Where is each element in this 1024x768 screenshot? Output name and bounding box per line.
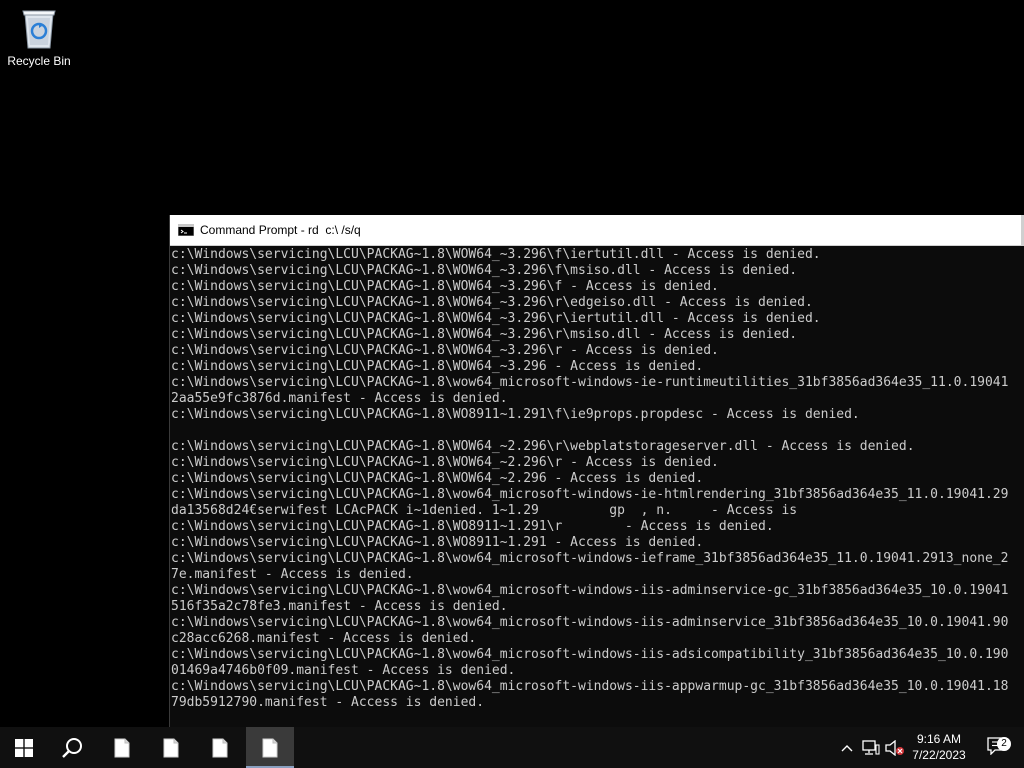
console-line: c:\Windows\servicing\LCU\PACKAG~1.8\WOW6… — [171, 327, 798, 342]
console-line: c:\Windows\servicing\LCU\PACKAG~1.8\WOW6… — [171, 455, 719, 470]
taskbar: 9:16 AM 7/22/2023 2 — [0, 727, 1024, 768]
taskbar-app-3[interactable] — [196, 727, 244, 768]
console-line: c:\Windows\servicing\LCU\PACKAG~1.8\WOW6… — [171, 311, 821, 326]
recycle-bin-label: Recycle Bin — [7, 54, 71, 68]
taskbar-app-1[interactable] — [98, 727, 146, 768]
document-icon — [262, 738, 278, 757]
document-icon — [114, 738, 130, 757]
console-line: c:\Windows\servicing\LCU\PACKAG~1.8\wow6… — [171, 647, 1009, 662]
console-line: c:\Windows\servicing\LCU\PACKAG~1.8\WO89… — [171, 519, 774, 534]
console-line: 79db5912790.manifest - Access is denied. — [171, 695, 485, 710]
action-center-button[interactable]: 2 — [978, 727, 1018, 768]
recycle-bin[interactable]: Recycle Bin — [4, 6, 74, 78]
console-line: 2aa55e9fc3876d.manifest - Access is deni… — [171, 391, 508, 406]
console-line: c:\Windows\servicing\LCU\PACKAG~1.8\WOW6… — [171, 279, 719, 294]
show-hidden-icons-button[interactable] — [838, 727, 856, 768]
clock[interactable]: 9:16 AM 7/22/2023 — [906, 731, 972, 763]
console-line: c:\Windows\servicing\LCU\PACKAG~1.8\wow6… — [171, 679, 1009, 694]
console-line: c:\Windows\servicing\LCU\PACKAG~1.8\wow6… — [171, 487, 1009, 502]
console-line: c:\Windows\servicing\LCU\PACKAG~1.8\WOW6… — [171, 263, 798, 278]
chevron-up-icon — [841, 744, 853, 751]
console-line: c:\Windows\servicing\LCU\PACKAG~1.8\WO89… — [171, 407, 860, 422]
search-icon — [62, 737, 82, 758]
window-title: Command Prompt - rd c:\ /s/q — [200, 223, 361, 237]
console-line: c:\Windows\servicing\LCU\PACKAG~1.8\WOW6… — [171, 439, 915, 454]
command-prompt-window[interactable]: Command Prompt - rd c:\ /s/q c:\Windows\… — [169, 215, 1024, 727]
console-line: c:\Windows\servicing\LCU\PACKAG~1.8\wow6… — [171, 375, 1009, 390]
console-line: 516f35a2c78fe3.manifest - Access is deni… — [171, 599, 508, 614]
document-icon — [212, 738, 228, 757]
recycle-bin-icon — [22, 10, 56, 49]
clock-date: 7/22/2023 — [912, 748, 966, 762]
console-line: c:\Windows\servicing\LCU\PACKAG~1.8\WOW6… — [171, 295, 813, 310]
console-line: da13568d24€serwifest LCAcPACK i~1denied.… — [171, 503, 798, 518]
console-line: 01469a4746b0f09.manifest - Access is den… — [171, 663, 516, 678]
window-titlebar[interactable]: Command Prompt - rd c:\ /s/q — [170, 215, 1024, 246]
console-line: c:\Windows\servicing\LCU\PACKAG~1.8\WOW6… — [171, 471, 704, 486]
console-line: 7e.manifest - Access is denied. — [171, 567, 414, 582]
console-line: c:\Windows\servicing\LCU\PACKAG~1.8\wow6… — [171, 615, 1009, 630]
console-line: c28acc6268.manifest - Access is denied. — [171, 631, 477, 646]
notification-count-badge: 2 — [997, 736, 1011, 751]
console-line: c:\Windows\servicing\LCU\PACKAG~1.8\WOW6… — [171, 247, 821, 262]
command-prompt-icon — [178, 224, 194, 236]
network-icon — [862, 739, 880, 755]
network-button[interactable] — [860, 727, 882, 768]
document-icon — [163, 738, 179, 757]
console-output[interactable]: c:\Windows\servicing\LCU\PACKAG~1.8\WOW6… — [171, 246, 1024, 727]
search-button[interactable] — [48, 727, 96, 768]
console-line: c:\Windows\servicing\LCU\PACKAG~1.8\WOW6… — [171, 343, 719, 358]
volume-muted-icon — [885, 739, 904, 756]
console-line: c:\Windows\servicing\LCU\PACKAG~1.8\wow6… — [171, 583, 1009, 598]
taskbar-app-2[interactable] — [147, 727, 195, 768]
taskbar-app-4-active[interactable] — [246, 727, 294, 768]
console-line: c:\Windows\servicing\LCU\PACKAG~1.8\WO89… — [171, 535, 704, 550]
windows-logo-icon — [15, 738, 33, 757]
volume-button[interactable] — [884, 727, 906, 768]
console-line: c:\Windows\servicing\LCU\PACKAG~1.8\WOW6… — [171, 359, 704, 374]
start-button[interactable] — [0, 727, 48, 768]
clock-time: 9:16 AM — [916, 732, 962, 746]
console-line: c:\Windows\servicing\LCU\PACKAG~1.8\wow6… — [171, 551, 1009, 566]
